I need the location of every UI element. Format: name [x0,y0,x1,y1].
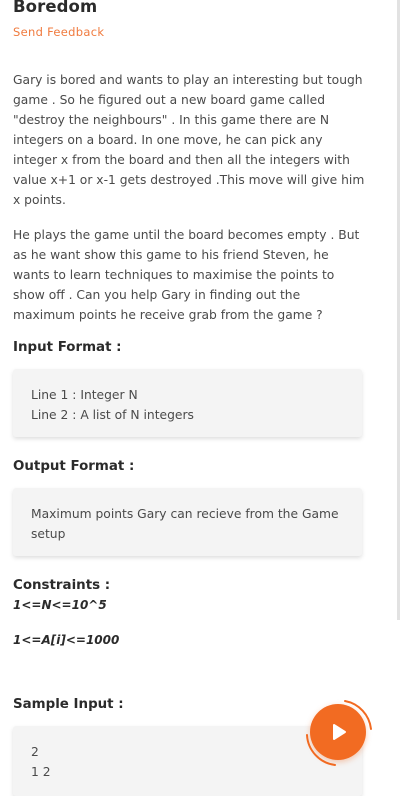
problem-description-paragraph-2: He plays the game until the board become… [13,228,360,322]
input-format-line-1: Line 1 : Integer N [31,388,138,402]
play-button[interactable] [310,704,366,760]
run-button[interactable] [305,699,373,767]
sample-input-heading: Sample Input : [13,697,124,712]
input-format-box: Line 1 : Integer N Line 2 : A list of N … [13,369,362,437]
problem-title: Boredom [13,0,98,16]
sample-input-line-1: 2 [31,745,39,759]
constraint-item-2: 1<=A[i]<=1000 [13,633,120,647]
send-feedback-link[interactable]: Send Feedback [13,25,104,39]
output-format-heading: Output Format : [13,459,135,474]
problem-description-paragraph-1: Gary is bored and wants to play an inter… [13,73,365,207]
input-format-heading: Input Format : [13,340,122,355]
constraint-item-1: 1<=N<=10^5 [13,598,107,612]
input-format-line-2: Line 2 : A list of N integers [31,408,194,422]
sample-input-line-2: 1 2 [31,765,51,779]
output-format-text: Maximum points Gary can recieve from the… [31,507,339,541]
play-icon [333,724,346,740]
output-format-box: Maximum points Gary can recieve from the… [13,488,362,556]
constraints-heading: Constraints : [13,578,111,593]
